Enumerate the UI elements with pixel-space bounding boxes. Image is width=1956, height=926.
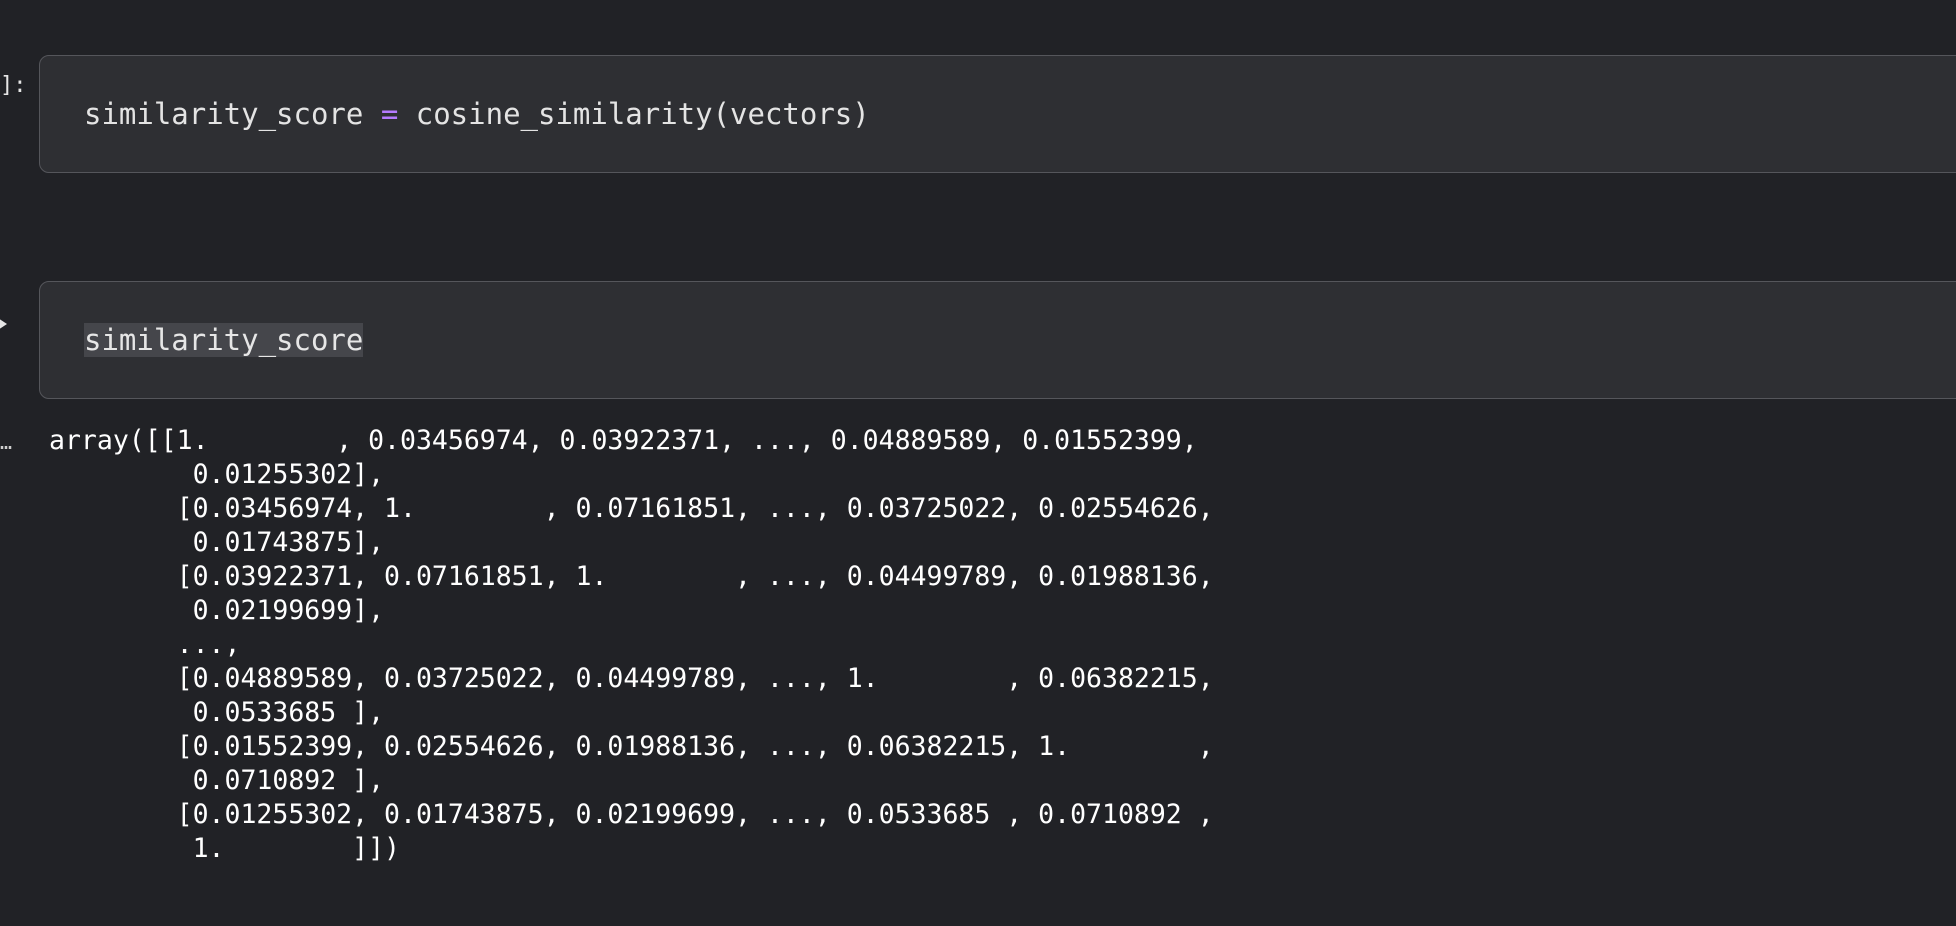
- code-cell-editor[interactable]: similarity_score = cosine_similarity(vec…: [39, 55, 1956, 173]
- code-cell-editor-active[interactable]: similarity_score: [39, 281, 1956, 399]
- code-function-call: cosine_similarity(vectors): [415, 97, 870, 131]
- output-collapse-ellipsis-icon[interactable]: …: [0, 428, 12, 456]
- assignment-operator: =: [380, 97, 399, 131]
- notebook-page: ]: similarity_score = cosine_similarity(…: [0, 0, 1956, 926]
- cell-execution-prompt: ]:: [0, 73, 27, 98]
- cell-output-text: array([[1. , 0.03456974, 0.03922371, ...…: [49, 425, 1214, 864]
- code-line[interactable]: similarity_score = cosine_similarity(vec…: [84, 96, 870, 132]
- highlighted-variable: similarity_score: [84, 323, 364, 357]
- run-cell-icon[interactable]: [0, 318, 7, 330]
- code-variable: similarity_score: [84, 97, 364, 131]
- code-line[interactable]: similarity_score: [84, 322, 364, 358]
